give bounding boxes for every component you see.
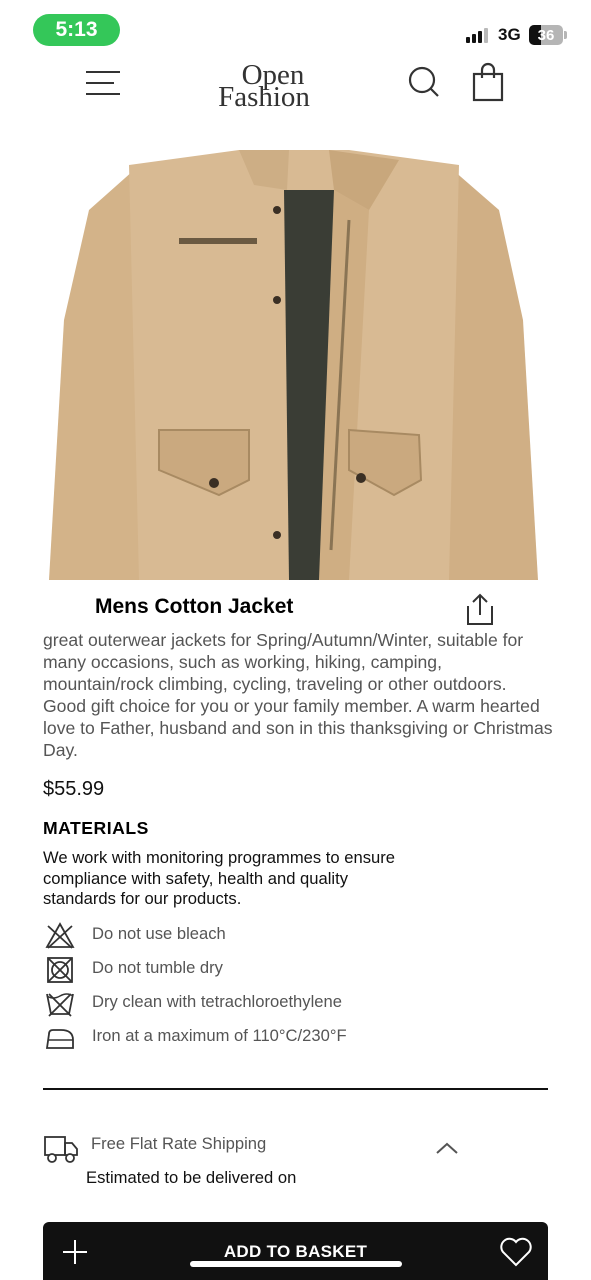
section-divider bbox=[43, 1088, 548, 1090]
materials-heading: MATERIALS bbox=[43, 818, 149, 838]
delivery-estimate: Estimated to be delivered on bbox=[86, 1168, 297, 1187]
shopping-bag-icon[interactable] bbox=[470, 62, 506, 102]
care-label: Do not use bleach bbox=[92, 924, 226, 943]
share-icon[interactable] bbox=[464, 592, 496, 628]
iron-icon bbox=[43, 1022, 77, 1052]
plus-icon[interactable] bbox=[61, 1238, 89, 1266]
app-header: Open Fashion bbox=[0, 56, 591, 146]
product-description: great outerwear jackets for Spring/Autum… bbox=[43, 630, 553, 760]
status-bar: 5:13 3G 36 bbox=[0, 0, 591, 56]
search-icon[interactable] bbox=[406, 64, 442, 100]
care-item: Do not use bleach bbox=[43, 920, 543, 950]
care-item: Dry clean with tetrachloroethylene bbox=[43, 988, 543, 1018]
battery-level: 36 bbox=[537, 26, 555, 44]
product-title: Mens Cotton Jacket bbox=[95, 595, 294, 618]
product-price: $55.99 bbox=[43, 778, 105, 800]
heart-icon[interactable] bbox=[499, 1236, 533, 1268]
truck-icon bbox=[43, 1133, 79, 1165]
cellular-signal-icon bbox=[466, 28, 488, 43]
product-image[interactable] bbox=[49, 150, 538, 580]
chevron-up-icon[interactable] bbox=[434, 1140, 460, 1156]
network-type: 3G bbox=[498, 25, 521, 44]
no-bleach-icon bbox=[43, 920, 77, 950]
menu-icon[interactable] bbox=[84, 66, 124, 100]
logo-line-2: Fashion bbox=[218, 81, 310, 113]
care-label: Iron at a maximum of 110°C/230°F bbox=[92, 1026, 347, 1045]
care-label: Do not tumble dry bbox=[92, 958, 223, 977]
no-tumble-dry-icon bbox=[43, 954, 77, 984]
care-item: Do not tumble dry bbox=[43, 954, 543, 984]
dry-clean-icon bbox=[43, 988, 77, 1018]
bottom-action-bar: ADD TO BASKET bbox=[43, 1222, 548, 1280]
care-item: Iron at a maximum of 110°C/230°F bbox=[43, 1022, 543, 1052]
status-time: 5:13 bbox=[33, 14, 120, 46]
add-to-basket-button[interactable]: ADD TO BASKET bbox=[193, 1242, 398, 1262]
battery-cap bbox=[564, 31, 567, 39]
brand-logo[interactable]: Open Fashion bbox=[204, 61, 324, 113]
battery-icon: 36 bbox=[529, 25, 563, 45]
care-label: Dry clean with tetrachloroethylene bbox=[92, 992, 342, 1011]
home-indicator[interactable] bbox=[190, 1261, 402, 1267]
shipping-label: Free Flat Rate Shipping bbox=[91, 1134, 267, 1153]
materials-text: We work with monitoring programmes to en… bbox=[43, 848, 395, 908]
